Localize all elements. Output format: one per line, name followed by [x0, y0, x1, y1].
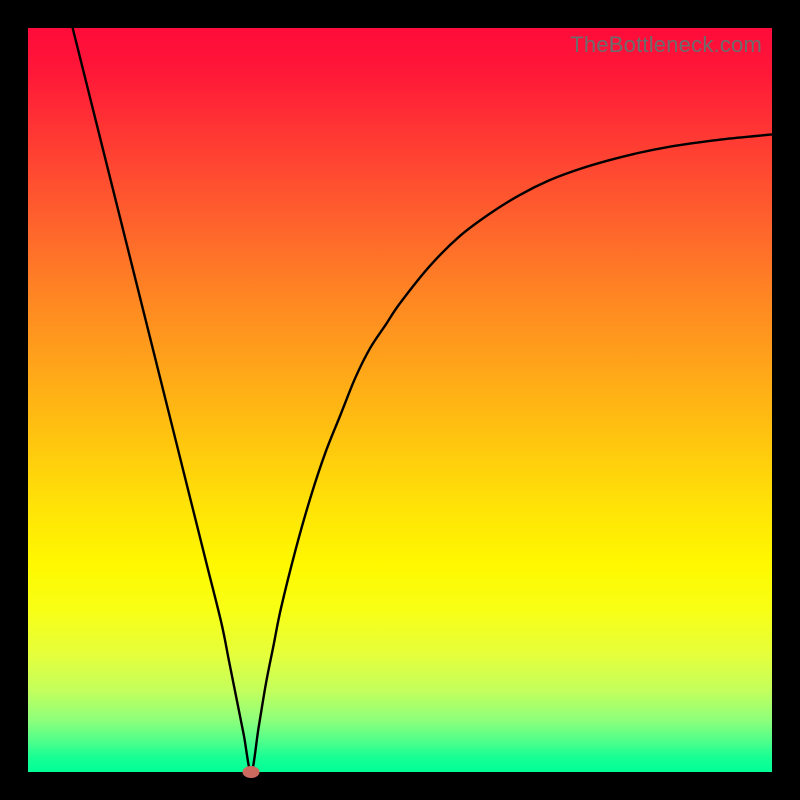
- minimum-dot: [243, 766, 260, 778]
- curve-svg: [28, 28, 772, 772]
- chart-frame: TheBottleneck.com: [0, 0, 800, 800]
- plot-area: TheBottleneck.com: [28, 28, 772, 772]
- bottleneck-curve: [73, 28, 772, 772]
